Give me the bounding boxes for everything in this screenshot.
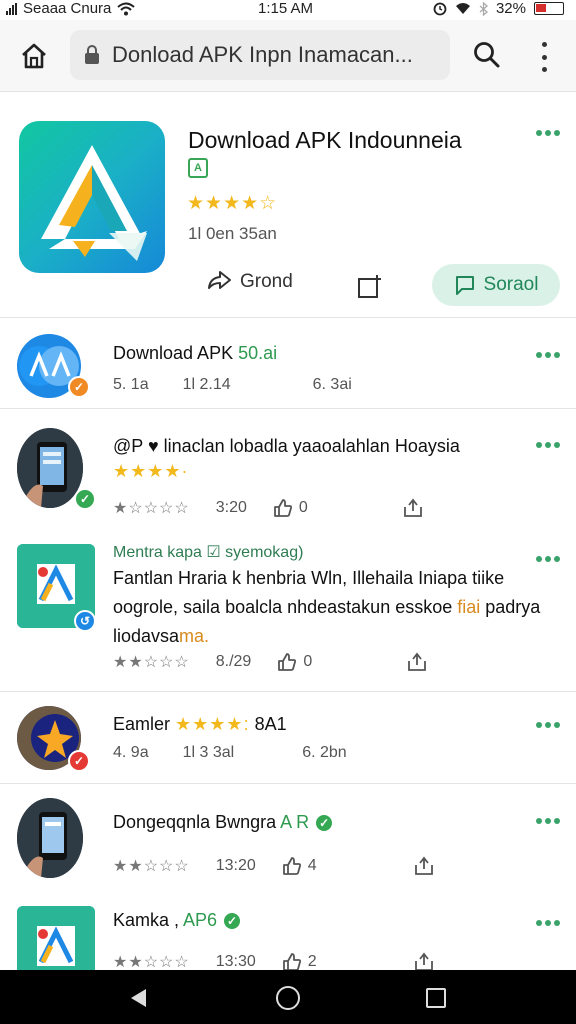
search-icon: [474, 42, 500, 68]
item-title: Dongeqqnla Bwngra A R ✓: [113, 812, 335, 834]
app-thumbnail: [17, 906, 95, 970]
back-icon[interactable]: [128, 987, 148, 1009]
verified-badge-icon: ✓: [74, 488, 96, 510]
featured-more-icon[interactable]: [536, 130, 560, 136]
primary-action-button[interactable]: Soraol: [432, 264, 560, 306]
share-icon: [208, 271, 231, 289]
thumb-up-icon[interactable]: [277, 652, 297, 672]
verified-badge-icon: A: [188, 158, 208, 178]
lock-icon: [85, 45, 99, 64]
system-nav-bar: [0, 970, 576, 1024]
item-title: @P ♥ linaclan lobadla yaaoalahlan Hoaysi…: [113, 436, 460, 456]
chat-icon: [455, 276, 474, 295]
save-icon: [358, 275, 381, 298]
status-bar: Seaaa Cnura 1:15 AM 32%: [0, 0, 576, 20]
featured-app-card: Download APK Indounneia A ★★★★☆ 1l 0en 3…: [0, 100, 576, 318]
verified-badge-icon: ✓: [68, 750, 90, 772]
share-out-icon[interactable]: [413, 856, 435, 876]
item-description: Fantlan Hraria k henbria Wln, Illehaila …: [113, 568, 541, 646]
list-item[interactable]: ✓ Download APK 50.ai 5. 1a 1l 2.14 6. 3ai: [0, 318, 576, 409]
verified-badge-icon: ✓: [68, 376, 90, 398]
item-meta: 5. 1a 1l 2.14 6. 3ai: [113, 376, 352, 393]
bluetooth-icon: [479, 1, 488, 16]
app-thumbnail: [17, 428, 83, 508]
item-meta: 4. 9a 1l 3 3al 6. 2bn: [113, 744, 347, 761]
search-button[interactable]: [472, 40, 504, 72]
item-subtitle: Mentra kapa ☑ syemokag): [113, 544, 304, 561]
item-more-icon[interactable]: [536, 722, 560, 728]
verified-badge-icon: ✓: [222, 911, 243, 932]
item-stats: ★★☆☆☆ 8./29 0: [113, 652, 428, 672]
home-icon: [22, 43, 46, 69]
item-title: Download APK 50.ai: [113, 343, 278, 363]
wifi-icon: [117, 2, 136, 15]
item-more-icon[interactable]: [536, 818, 560, 824]
link-badge-icon: ↺: [74, 610, 96, 632]
thumb-up-icon[interactable]: [282, 952, 302, 970]
item-title: Kamka , AP6 ✓: [113, 910, 243, 932]
wifi-status-icon: [455, 3, 470, 14]
featured-app-meta: 1l 0en 35an: [188, 224, 277, 243]
featured-app-icon[interactable]: [19, 121, 165, 273]
app-thumbnail: [17, 798, 83, 878]
carrier-label: Seaaa Cnura: [23, 0, 112, 17]
rating-stars: ★★★★·: [113, 461, 189, 481]
share-button[interactable]: Grond: [206, 270, 293, 294]
overflow-menu-icon[interactable]: [534, 42, 554, 72]
featured-app-title: Download APK Indounneia: [188, 127, 462, 153]
save-button[interactable]: [356, 272, 386, 300]
home-button[interactable]: [18, 40, 50, 72]
item-more-icon[interactable]: [536, 556, 560, 562]
verified-badge-icon: ✓: [314, 813, 335, 834]
item-title: Eamler ★★★★: 8A1: [113, 714, 287, 734]
primary-action-label: Soraol: [483, 274, 539, 295]
list-item[interactable]: ↺ Mentra kapa ☑ syemokag) Fantlan Hraria…: [0, 530, 576, 692]
recents-icon[interactable]: [426, 988, 446, 1008]
featured-rating-stars: ★★★★☆: [187, 193, 278, 214]
item-stats: ★★☆☆☆ 13:30 2: [113, 952, 435, 970]
thumb-up-icon[interactable]: [273, 498, 293, 518]
list-item[interactable]: Dongeqqnla Bwngra A R ✓ ★★☆☆☆ 13:20 4: [0, 790, 576, 890]
item-stats: ★★☆☆☆ 13:20 4: [113, 856, 435, 876]
share-out-icon[interactable]: [406, 652, 428, 672]
alarm-icon: [433, 2, 447, 15]
share-out-icon[interactable]: [413, 952, 435, 970]
signal-icon: [6, 2, 17, 15]
list-item[interactable]: ✓ Eamler ★★★★: 8A1 4. 9a 1l 3 3al 6. 2bn: [0, 692, 576, 784]
share-out-icon[interactable]: [402, 498, 424, 518]
list-item[interactable]: Kamka , AP6 ✓ ★★☆☆☆ 13:30 2: [0, 890, 576, 970]
status-time: 1:15 AM: [258, 0, 314, 17]
item-more-icon[interactable]: [536, 352, 560, 358]
item-stats: ★☆☆☆☆ 3:20 0: [113, 498, 424, 518]
address-bar[interactable]: Donload APK Inpn Inamacan...: [70, 30, 450, 80]
share-label: Grond: [240, 271, 293, 292]
item-more-icon[interactable]: [536, 920, 560, 926]
browser-toolbar: Donload APK Inpn Inamacan...: [0, 20, 576, 92]
list-item[interactable]: ✓ @P ♥ linaclan lobadla yaaoalahlan Hoay…: [0, 418, 576, 530]
url-text: Donload APK Inpn Inamacan...: [112, 42, 413, 67]
thumb-up-icon[interactable]: [282, 856, 302, 876]
battery-icon: [534, 2, 564, 15]
battery-percent: 32%: [495, 0, 526, 17]
item-more-icon[interactable]: [536, 442, 560, 448]
home-nav-icon[interactable]: [276, 986, 300, 1010]
